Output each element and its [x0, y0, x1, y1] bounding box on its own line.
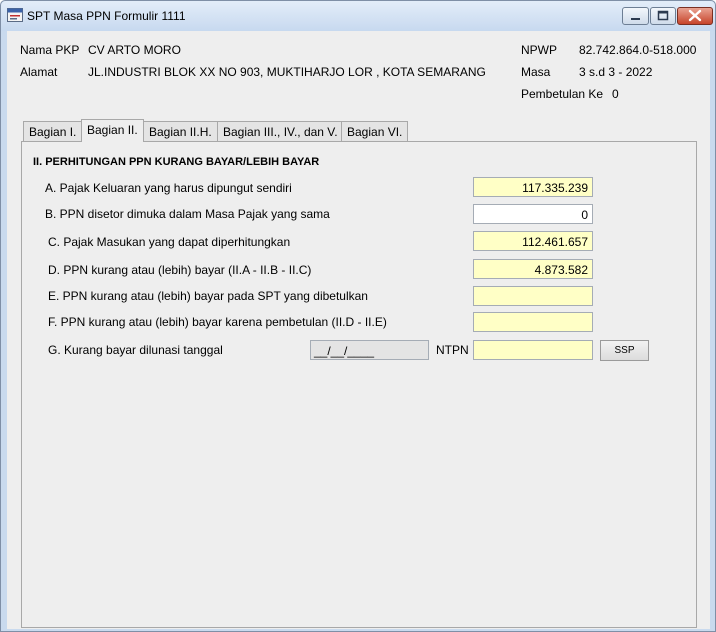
row-d-label: D. PPN kurang atau (lebih) bayar (II.A -…	[48, 263, 312, 277]
maximize-button[interactable]	[650, 7, 676, 25]
tanggal-lunas-field[interactable]: __/__/____	[310, 340, 429, 360]
npwp-label: NPWP	[521, 43, 557, 57]
ppn-disetor-dimuka-field[interactable]: 0	[473, 204, 593, 224]
pembetulan-label: Pembetulan Ke	[521, 87, 604, 101]
section-title: II. PERHITUNGAN PPN KURANG BAYAR/LEBIH B…	[33, 156, 320, 168]
pajak-keluaran-field[interactable]: 117.335.239	[473, 177, 593, 197]
form-client-area: Nama PKP CV ARTO MORO Alamat JL.INDUSTRI…	[7, 31, 710, 629]
close-icon	[688, 9, 702, 22]
ntpn-label: NTPN	[436, 343, 469, 357]
ntpn-field[interactable]	[473, 340, 593, 360]
nama-pkp-label: Nama PKP	[20, 43, 80, 57]
tab-bagian-6[interactable]: Bagian VI.	[341, 121, 409, 141]
form-app-icon	[7, 8, 23, 22]
ppn-kurang-lebih-bayar-field[interactable]: 4.873.582	[473, 259, 593, 279]
ppn-karena-pembetulan-field[interactable]	[473, 312, 593, 332]
tab-bagian-2h[interactable]: Bagian II.H.	[143, 121, 218, 141]
ssp-button[interactable]: SSP	[600, 340, 649, 361]
bagian-2-panel: II. PERHITUNGAN PPN KURANG BAYAR/LEBIH B…	[21, 141, 697, 628]
row-g-label: G. Kurang bayar dilunasi tanggal	[48, 343, 223, 357]
row-f-label: F. PPN kurang atau (lebih) bayar karena …	[48, 315, 387, 329]
tab-bagian-3-4-5[interactable]: Bagian III., IV., dan V.	[217, 121, 344, 141]
title-bar[interactable]: SPT Masa PPN Formulir 1111	[1, 1, 715, 31]
pajak-masukan-field[interactable]: 112.461.657	[473, 231, 593, 251]
ppn-spt-dibetulkan-field[interactable]	[473, 286, 593, 306]
alamat-label: Alamat	[20, 65, 58, 79]
minimize-icon	[631, 18, 640, 20]
alamat-value: JL.INDUSTRI BLOK XX NO 903, MUKTIHARJO L…	[88, 65, 486, 79]
pembetulan-value: 0	[612, 87, 619, 101]
masa-value: 3 s.d 3 - 2022	[579, 65, 653, 79]
npwp-value: 82.742.864.0-518.000	[579, 43, 697, 57]
maximize-icon	[657, 10, 669, 21]
minimize-button[interactable]	[622, 7, 649, 25]
row-b-label: B. PPN disetor dimuka dalam Masa Pajak y…	[45, 207, 330, 221]
tab-bagian-2[interactable]: Bagian II.	[81, 119, 144, 142]
row-a-label: A. Pajak Keluaran yang harus dipungut se…	[45, 181, 292, 195]
close-button[interactable]	[677, 7, 713, 25]
row-c-label: C. Pajak Masukan yang dapat diperhitungk…	[48, 235, 291, 249]
window-title: SPT Masa PPN Formulir 1111	[27, 9, 186, 23]
row-e-label: E. PPN kurang atau (lebih) bayar pada SP…	[48, 289, 368, 303]
masa-label: Masa	[521, 65, 551, 79]
spt-window: SPT Masa PPN Formulir 1111 Nama PKP CV A…	[0, 0, 716, 632]
nama-pkp-value: CV ARTO MORO	[88, 43, 181, 57]
tab-bagian-1[interactable]: Bagian I.	[23, 121, 83, 141]
